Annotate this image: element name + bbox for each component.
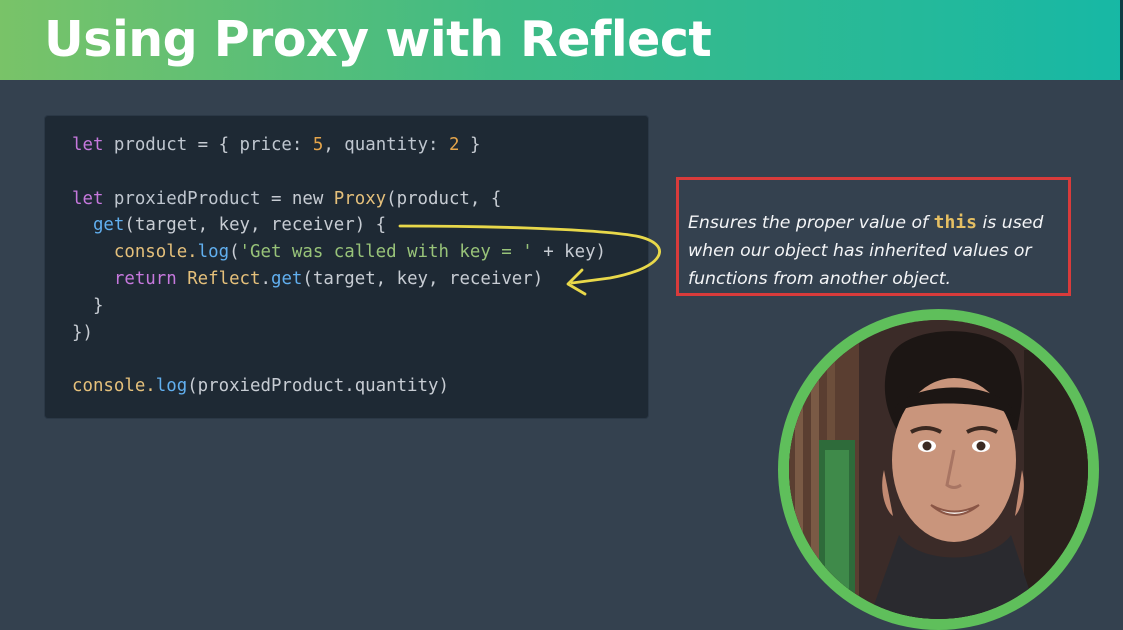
code-token: }) [72,322,93,343]
code-token: price: [239,135,313,155]
code-block: let product = { price: 5, quantity: 2 } … [72,132,606,400]
code-token: 2 [448,135,460,155]
code-token: (product, { [386,188,502,209]
code-line: } [72,293,606,320]
code-token: 5 [312,135,324,155]
code-token: (target, key, receiver) [302,268,544,289]
code-token: ( [229,242,240,263]
code-panel: let product = { price: 5, quantity: 2 } … [45,116,648,418]
callout-box: Ensures the proper value of this is used… [676,177,1071,296]
code-token: quantity: [344,135,449,155]
code-line: console.log('Get was called with key = '… [72,239,606,266]
code-token: = { [197,135,240,155]
code-token: Reflect [187,268,261,289]
code-token: } [459,135,481,155]
code-token: log [197,242,230,263]
code-token: console. [72,242,198,263]
presenter-frame [789,320,1088,619]
callout-text-before: Ensures the proper value of [688,213,934,233]
code-token: return [113,268,188,289]
code-token: get [92,215,125,236]
code-line: let product = { price: 5, quantity: 2 } [72,132,606,159]
code-line: return Reflect.get(target, key, receiver… [72,266,606,293]
code-token: } [72,295,104,316]
code-token: . [260,268,271,289]
code-line: let proxiedProduct = new Proxy(product, … [72,186,606,213]
code-token: = new [270,188,334,209]
code-token: console. [72,376,156,397]
title-bar: Using Proxy with Reflect [0,0,1123,80]
code-line: console.log(proxiedProduct.quantity) [72,373,606,400]
slide-title: Using Proxy with Reflect [44,11,712,68]
code-token: product [113,135,198,155]
code-token: let [72,135,114,155]
presenter-video [778,309,1099,630]
code-token: proxiedProduct [113,188,271,209]
code-token: Proxy [333,188,387,209]
code-token: (target, key, receiver) { [124,215,387,236]
code-token: let [72,188,114,209]
code-line: get(target, key, receiver) { [72,212,606,239]
code-token: , [323,135,345,155]
callout-text: Ensures the proper value of this is used… [688,209,1068,293]
code-line: }) [72,320,606,347]
code-token: (proxiedProduct.quantity) [187,376,449,397]
code-token: get [270,268,303,289]
presenter-icon [789,320,1088,619]
code-token: 'Get was called with key = ' [239,242,533,263]
code-token: log [155,376,188,397]
callout-keyword: this [933,212,977,233]
code-token: + key) [532,242,607,263]
